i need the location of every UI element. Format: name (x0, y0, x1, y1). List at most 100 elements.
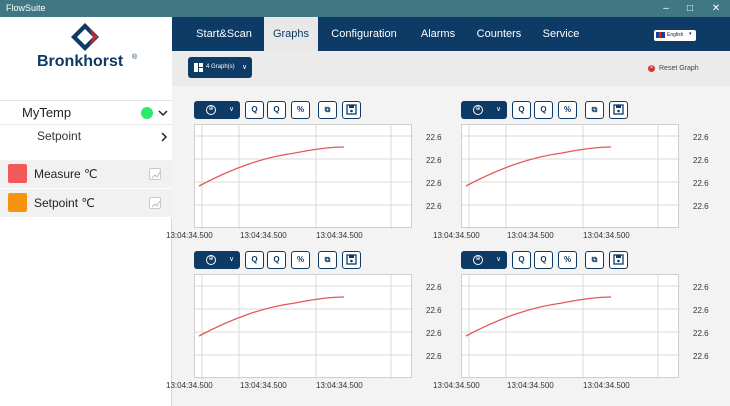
tab-start-scan[interactable]: Start&Scan (188, 17, 260, 51)
graph-count-button[interactable]: 4 Graph(s) ∨ (188, 57, 252, 78)
measure-series-line (465, 296, 612, 337)
crop-button[interactable]: ⧉ (585, 101, 604, 119)
parameter-label: Setpoint (37, 129, 82, 143)
x-tick-label: 13:04:34.500 (166, 381, 213, 390)
y-tick-label: 22.6 (693, 352, 709, 361)
tab-service[interactable]: Service (536, 17, 586, 51)
close-circle-icon: × (648, 65, 655, 72)
zoom-mode-button[interactable]: ⊕ ∨ (461, 101, 507, 119)
save-button[interactable] (609, 101, 628, 119)
graph-panel-4: ⊕ ∨ Q Q% ⧉ 22.6 22.6 22.6 22.6 13:04:34.500 13:04:… (433, 236, 711, 390)
graph-canvas (195, 125, 413, 229)
percent-button[interactable]: % (558, 251, 577, 269)
device-row[interactable]: MyTemp (0, 101, 172, 125)
zoom-mode-button[interactable]: ⊕ ∨ (194, 251, 240, 269)
percent-button[interactable]: % (291, 101, 310, 119)
zoom-icon: ⊕ (473, 105, 483, 115)
graph-canvas (462, 125, 680, 229)
crop-button[interactable]: ⧉ (585, 251, 604, 269)
signal-row-measure: Measure ℃ (0, 160, 172, 188)
save-button[interactable] (342, 101, 361, 119)
zoom-in-button[interactable]: Q (245, 101, 264, 119)
caret-down-icon: ▾ (689, 31, 692, 37)
zoom-in-button[interactable]: Q (245, 251, 264, 269)
top-nav: Start&Scan Graphs Configuration Alarms C… (172, 17, 730, 51)
signal-color-swatch[interactable] (8, 193, 27, 212)
zoom-fit-button[interactable]: Q (534, 251, 553, 269)
percent-button[interactable]: % (291, 251, 310, 269)
x-tick-label: 13:04:34.500 (240, 381, 287, 390)
chevron-down-icon: ∨ (242, 64, 248, 71)
brand-name: Bronkhorst (37, 53, 124, 70)
signal-label: Setpoint ℃ (34, 196, 95, 210)
graph-toolbar: 4 Graph(s) ∨ × Reset Graph (172, 51, 730, 86)
zoom-fit-button[interactable]: Q (267, 251, 286, 269)
zoom-icon: ⊕ (473, 255, 483, 265)
zoom-mode-button[interactable]: ⊕ ∨ (461, 251, 507, 269)
x-tick-label: 13:04:34.500 (433, 381, 480, 390)
tab-counters[interactable]: Counters (470, 17, 528, 51)
reset-graph-label: Reset Graph (659, 65, 699, 72)
signal-visible-checkbox[interactable] (149, 168, 161, 180)
graph-plot[interactable] (461, 124, 680, 229)
save-icon (346, 104, 357, 115)
y-tick-label: 22.6 (693, 133, 709, 142)
measure-series-line (198, 296, 345, 337)
x-tick-label: 13:04:34.500 (316, 381, 363, 390)
y-tick-label: 22.6 (693, 306, 709, 315)
graph-area: ⊕ ∨ Q Q% ⧉ 22.6 22.6 22.6 22.6 13:04:34.500 13:04:… (166, 86, 730, 406)
percent-button[interactable]: % (558, 101, 577, 119)
save-button[interactable] (609, 251, 628, 269)
y-tick-label: 22.6 (693, 283, 709, 292)
brand-logo: Bronkhorst ® (0, 17, 172, 101)
tab-configuration[interactable]: Configuration (324, 17, 404, 51)
y-tick-label: 22.6 (693, 329, 709, 338)
graph-panel-2: ⊕ ∨ Q Q% ⧉ 22.6 22.6 22.6 22.6 13:04:34.500 13:04:… (433, 86, 711, 240)
chart-icon (151, 171, 161, 179)
tab-alarms[interactable]: Alarms (412, 17, 464, 51)
y-tick-label: 22.6 (693, 179, 709, 188)
flag-icon (656, 32, 665, 38)
window-titlebar: FlowSuite – □ ✕ (0, 0, 730, 17)
graph-canvas (462, 275, 680, 379)
chevron-down-icon[interactable] (158, 109, 168, 117)
crop-button[interactable]: ⧉ (318, 101, 337, 119)
parameter-row-setpoint[interactable]: Setpoint (0, 126, 172, 148)
language-select[interactable]: English ▾ (654, 30, 696, 41)
crop-button[interactable]: ⧉ (318, 251, 337, 269)
graph-plot[interactable] (194, 274, 413, 379)
zoom-fit-button[interactable]: Q (534, 101, 553, 119)
measure-series-line (198, 146, 345, 187)
minimize-button[interactable]: – (654, 0, 678, 17)
signal-color-swatch[interactable] (8, 164, 27, 183)
save-button[interactable] (342, 251, 361, 269)
signal-row-setpoint: Setpoint ℃ (0, 189, 172, 217)
device-name: MyTemp (22, 105, 72, 120)
graph-panel-1: ⊕ ∨ Q Q% ⧉ 22.6 22.6 22.6 22.6 13:04:34.500 13:04:… (166, 86, 444, 240)
save-icon (613, 104, 624, 115)
close-button[interactable]: ✕ (704, 0, 728, 17)
x-tick-label: 13:04:34.500 (507, 381, 554, 390)
graph-plot[interactable] (461, 274, 680, 379)
y-tick-label: 22.6 (693, 156, 709, 165)
brand-registered: ® (132, 53, 138, 61)
sidebar: Bronkhorst ® MyTemp Setpoint Measure ℃ S… (0, 17, 172, 406)
measure-series-line (465, 146, 612, 187)
x-tick-label: 13:04:34.500 (583, 381, 630, 390)
window-title: FlowSuite (6, 3, 46, 13)
sidebar-empty-area (0, 218, 172, 406)
zoom-mode-button[interactable]: ⊕ ∨ (194, 101, 240, 119)
graph-canvas (195, 275, 413, 379)
maximize-button[interactable]: □ (678, 0, 702, 17)
tab-graphs[interactable]: Graphs (264, 17, 318, 51)
zoom-fit-button[interactable]: Q (267, 101, 286, 119)
chevron-down-icon: ∨ (229, 106, 235, 113)
graph-plot[interactable] (194, 124, 413, 229)
signal-visible-checkbox[interactable] (149, 197, 161, 209)
y-tick-label: 22.6 (693, 202, 709, 211)
chevron-right-icon[interactable] (160, 132, 168, 142)
zoom-in-button[interactable]: Q (512, 251, 531, 269)
zoom-in-button[interactable]: Q (512, 101, 531, 119)
chart-icon (151, 200, 161, 208)
chevron-down-icon: ∨ (496, 106, 502, 113)
